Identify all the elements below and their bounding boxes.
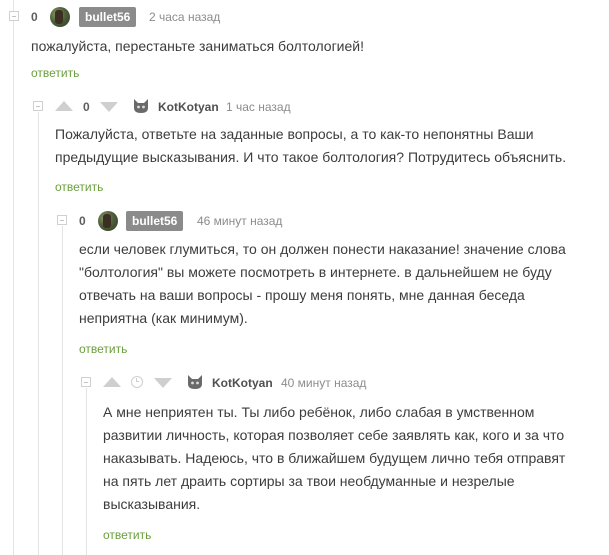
comment-text-line: Пожалуйста, ответьте на заданные вопросы…	[55, 126, 534, 142]
username-badge[interactable]: bullet56	[79, 7, 137, 27]
collapse-icon[interactable]	[33, 101, 43, 111]
thread-line-2[interactable]	[38, 112, 39, 555]
arrow-up-icon[interactable]	[55, 101, 73, 111]
thread-line-3[interactable]	[62, 226, 63, 555]
clock-icon	[131, 376, 143, 388]
cat-avatar-icon[interactable]	[132, 98, 150, 114]
comment-timestamp[interactable]: 40 минут назад	[281, 376, 366, 390]
comment-rating: 0	[31, 10, 38, 24]
collapse-icon[interactable]	[57, 215, 67, 225]
reply-link[interactable]: ответить	[55, 180, 103, 194]
arrow-down-icon[interactable]	[154, 378, 172, 388]
collapse-icon[interactable]	[81, 377, 91, 387]
comment-text-line: наказывать. Надеюсь, что в ближайшем буд…	[103, 450, 566, 466]
comment-rating: 0	[79, 214, 86, 228]
comment-text-line: высказывания.	[103, 496, 201, 512]
arrow-down-icon[interactable]	[100, 102, 118, 112]
comment-timestamp[interactable]: 2 часа назад	[149, 10, 220, 24]
user-avatar-photo[interactable]	[50, 7, 70, 27]
user-avatar-photo[interactable]	[98, 211, 118, 231]
collapse-icon[interactable]	[9, 11, 19, 21]
comment-text-line: развитии личность, которая позволяет себ…	[103, 427, 565, 443]
comment-text: А мне неприятен ты. Ты либо ребёнок, либ…	[103, 401, 565, 516]
comment-timestamp[interactable]: 46 минут назад	[197, 214, 282, 228]
comment-text-line: неприятна (как минимум).	[79, 310, 248, 326]
reply-link[interactable]: ответить	[79, 342, 127, 356]
comment-rating: 0	[83, 100, 90, 114]
comment-text: Пожалуйста, ответьте на заданные вопросы…	[55, 123, 566, 169]
arrow-up-icon[interactable]	[103, 377, 121, 387]
username[interactable]: KotKotyan	[212, 376, 273, 390]
username-badge[interactable]: bullet56	[126, 211, 184, 231]
thread-line-1[interactable]	[13, 0, 14, 555]
comment-text-line: предыдущие высказывания. И что такое бол…	[55, 149, 567, 165]
comment-timestamp[interactable]: 1 час назад	[226, 100, 291, 114]
comment-text: если человек глумиться, то он должен пон…	[79, 238, 566, 330]
comment-text-line: на пять лет драить сортиры за твои необд…	[103, 473, 515, 489]
comment-text-line: А мне неприятен ты. Ты либо ребёнок, либ…	[103, 404, 535, 420]
reply-link[interactable]: ответить	[103, 528, 151, 542]
username[interactable]: KotKotyan	[158, 100, 219, 114]
comment-text-line: "болтология" вы можете посмотреть в инте…	[79, 264, 552, 280]
reply-link[interactable]: ответить	[31, 66, 79, 80]
comment-text-line: пожалуйста, перестаньте заниматься болто…	[31, 38, 364, 54]
comment-text-line: если человек глумиться, то он должен пон…	[79, 241, 566, 257]
comment-text: пожалуйста, перестаньте заниматься болто…	[31, 35, 364, 58]
thread-line-4[interactable]	[86, 388, 87, 555]
comment-text-line: отвечать на ваши вопросы - прошу меня по…	[79, 287, 525, 303]
cat-avatar-icon[interactable]	[186, 374, 204, 390]
